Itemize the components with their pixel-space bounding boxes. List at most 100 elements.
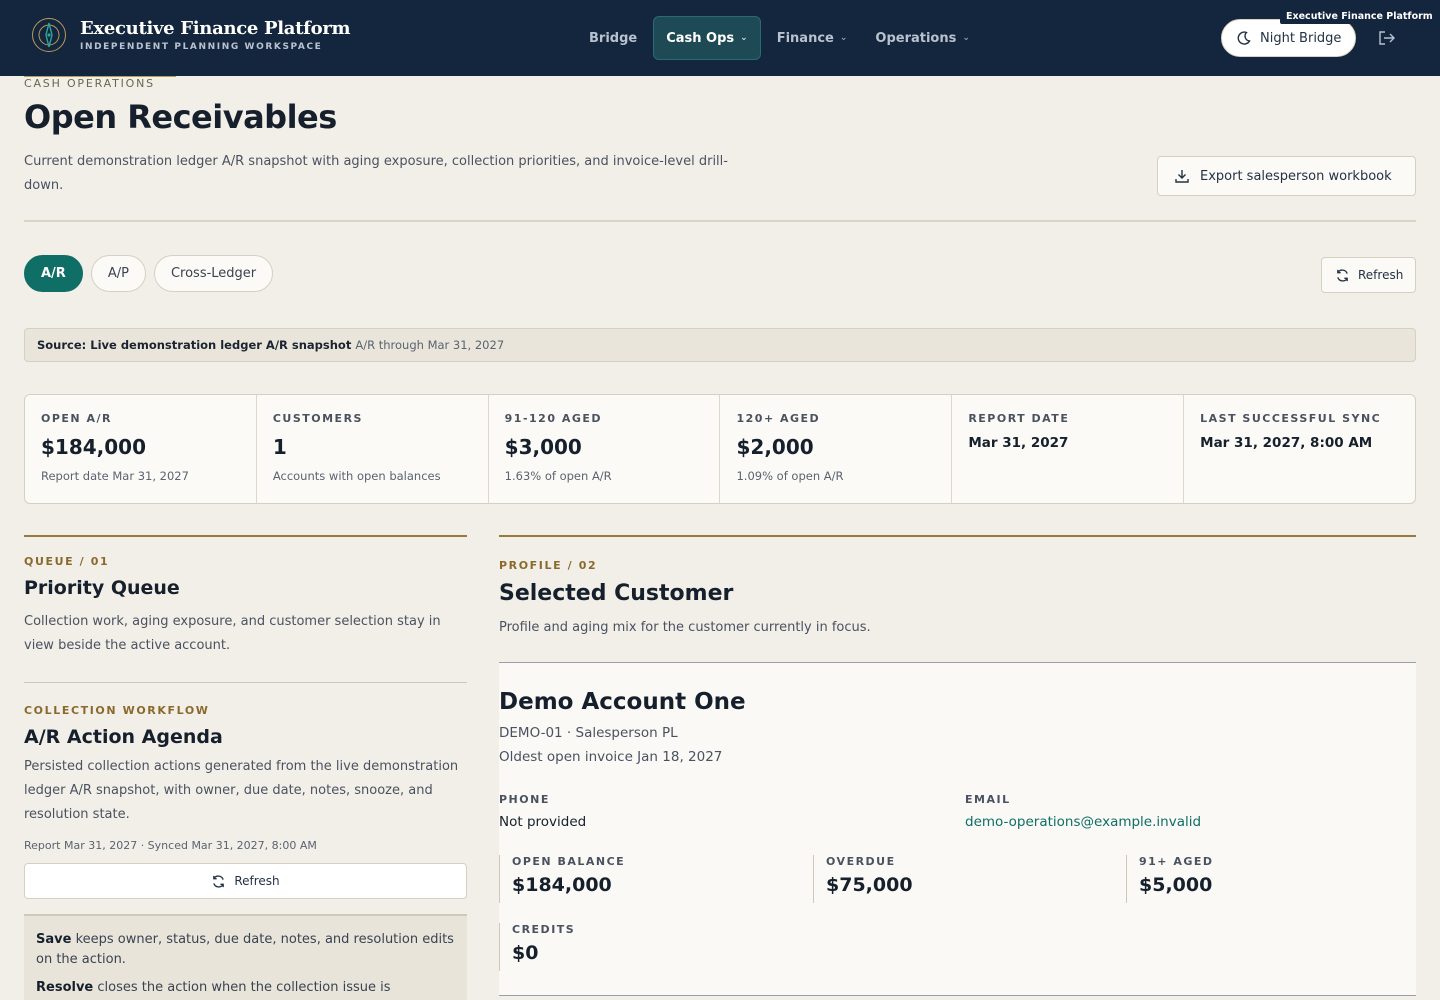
source-detail: A/R through Mar 31, 2027 bbox=[355, 338, 505, 352]
kpi-note: 1.09% of open A/R bbox=[736, 469, 844, 483]
theme-toggle-label: Night Bridge bbox=[1260, 30, 1342, 46]
metric-overdue: OVERDUE $75,000 bbox=[813, 855, 1113, 903]
kpi-value: 1 bbox=[272, 435, 287, 459]
help-text: closes the action when the collection is… bbox=[93, 980, 391, 995]
kpi-open-ar: OPEN A/R $184,000 Report date Mar 31, 20… bbox=[25, 395, 257, 503]
export-workbook-button[interactable]: Export salesperson workbook bbox=[1157, 156, 1416, 196]
kpi-120-plus-aged: 120+ AGED $2,000 1.09% of open A/R bbox=[720, 395, 953, 503]
workflow-meta: Report Mar 31, 2027 · Synced Mar 31, 202… bbox=[24, 839, 317, 852]
moon-icon bbox=[1237, 31, 1251, 45]
metric-value: $75,000 bbox=[826, 874, 913, 896]
nav-operations-label: Operations bbox=[875, 30, 957, 46]
nav-cash-ops-label: Cash Ops bbox=[666, 30, 735, 46]
workflow-refresh-button[interactable]: Refresh bbox=[24, 863, 467, 899]
top-navigation-bar: Executive Finance Platform INDEPENDENT P… bbox=[0, 0, 1440, 76]
tab-ar[interactable]: A/R bbox=[24, 255, 83, 292]
kpi-label: 91-120 AGED bbox=[504, 412, 603, 425]
help-text: keeps owner, status, due date, notes, an… bbox=[36, 932, 454, 967]
kpi-note: Accounts with open balances bbox=[272, 469, 441, 483]
phone-value: Not provided bbox=[499, 814, 587, 830]
email-link[interactable]: demo-operations@example.invalid bbox=[965, 814, 1201, 830]
queue-divider bbox=[24, 682, 467, 683]
nav-finance[interactable]: Finance ⌄ bbox=[765, 16, 860, 60]
queue-accent-line bbox=[24, 535, 467, 537]
theme-toggle-button[interactable]: Night Bridge bbox=[1221, 19, 1356, 57]
workflow-eyebrow: COLLECTION WORKFLOW bbox=[24, 704, 210, 717]
metric-91-plus-aged: 91+ AGED $5,000 bbox=[1126, 855, 1406, 903]
kpi-value: Mar 31, 2027, 8:00 AM bbox=[1200, 435, 1373, 451]
source-bar: Source: Live demonstration ledger A/R sn… bbox=[24, 328, 1416, 362]
page-title: Open Receivables bbox=[24, 98, 337, 136]
metric-label: OVERDUE bbox=[826, 855, 896, 868]
workflow-description: Persisted collection actions generated f… bbox=[24, 759, 459, 822]
kpi-report-date: REPORT DATE Mar 31, 2027 bbox=[952, 395, 1185, 503]
page-eyebrow: CASH OPERATIONS bbox=[24, 77, 155, 90]
kpi-last-sync: LAST SUCCESSFUL SYNC Mar 31, 2027, 8:00 … bbox=[1184, 395, 1415, 503]
kpi-label: OPEN A/R bbox=[41, 412, 112, 425]
kpi-strip: OPEN A/R $184,000 Report date Mar 31, 20… bbox=[24, 394, 1416, 504]
queue-title: Priority Queue bbox=[24, 577, 180, 599]
metric-value: $184,000 bbox=[512, 874, 612, 896]
workflow-title: A/R Action Agenda bbox=[24, 726, 223, 748]
kpi-note: 1.63% of open A/R bbox=[504, 469, 612, 483]
nav-cash-ops[interactable]: Cash Ops ⌄ bbox=[653, 16, 761, 60]
profile-description: Profile and aging mix for the customer c… bbox=[499, 620, 871, 635]
kpi-label: 120+ AGED bbox=[736, 412, 821, 425]
chevron-down-icon: ⌄ bbox=[839, 33, 848, 43]
ledger-tabs: A/R A/P Cross-Ledger bbox=[24, 255, 281, 292]
header-divider bbox=[24, 220, 1416, 222]
export-workbook-label: Export salesperson workbook bbox=[1200, 168, 1392, 184]
workflow-help: Save keeps owner, status, due date, note… bbox=[24, 914, 467, 1000]
customer-code: DEMO-01 · Salesperson PL bbox=[499, 725, 678, 741]
tab-cross-ledger[interactable]: Cross-Ledger bbox=[153, 255, 274, 292]
brand-tooltip: Executive Finance Platform bbox=[1280, 9, 1439, 24]
logout-icon[interactable] bbox=[1378, 30, 1396, 50]
brand[interactable]: Executive Finance Platform INDEPENDENT P… bbox=[32, 18, 351, 52]
profile-accent-line bbox=[499, 535, 1416, 537]
refresh-label: Refresh bbox=[1358, 268, 1404, 282]
customer-oldest-invoice: Oldest open invoice Jan 18, 2027 bbox=[499, 749, 723, 765]
customer-card: Demo Account One DEMO-01 · Salesperson P… bbox=[499, 662, 1416, 996]
refresh-icon bbox=[1337, 268, 1348, 282]
customer-name: Demo Account One bbox=[499, 689, 746, 715]
metric-open-balance: OPEN BALANCE $184,000 bbox=[499, 855, 799, 903]
chevron-down-icon: ⌄ bbox=[962, 33, 970, 43]
kpi-value: $184,000 bbox=[41, 435, 147, 459]
metric-label: CREDITS bbox=[512, 923, 576, 936]
main-nav: Bridge Cash Ops ⌄ Finance ⌄ Operations ⌄ bbox=[577, 16, 986, 60]
nav-bridge-label: Bridge bbox=[589, 30, 638, 46]
metric-credits: CREDITS $0 bbox=[499, 923, 799, 971]
compass-logo-icon bbox=[32, 18, 66, 52]
kpi-91-120-aged: 91-120 AGED $3,000 1.63% of open A/R bbox=[489, 395, 721, 503]
refresh-button[interactable]: Refresh bbox=[1321, 257, 1416, 293]
app-subtitle: INDEPENDENT PLANNING WORKSPACE bbox=[80, 42, 323, 52]
help-save: Save keeps owner, status, due date, note… bbox=[36, 930, 455, 970]
kpi-label: REPORT DATE bbox=[968, 412, 1070, 425]
queue-eyebrow: QUEUE / 01 bbox=[24, 555, 110, 568]
help-term: Save bbox=[36, 932, 72, 947]
phone-label: PHONE bbox=[499, 793, 550, 806]
metric-value: $0 bbox=[512, 942, 539, 964]
metric-label: 91+ AGED bbox=[1139, 855, 1214, 868]
nav-finance-label: Finance bbox=[776, 30, 834, 46]
workflow-refresh-label: Refresh bbox=[234, 874, 280, 888]
kpi-note: Report date Mar 31, 2027 bbox=[41, 469, 189, 483]
profile-title: Selected Customer bbox=[499, 581, 734, 606]
queue-description: Collection work, aging exposure, and cus… bbox=[24, 614, 441, 653]
email-label: EMAIL bbox=[965, 793, 1011, 806]
kpi-value: Mar 31, 2027 bbox=[968, 435, 1069, 451]
refresh-icon bbox=[213, 874, 225, 888]
tab-ap[interactable]: A/P bbox=[90, 255, 146, 292]
kpi-value: $2,000 bbox=[736, 435, 814, 459]
metric-value: $5,000 bbox=[1139, 874, 1213, 896]
nav-bridge[interactable]: Bridge bbox=[577, 16, 649, 60]
app-title: Executive Finance Platform bbox=[80, 18, 351, 39]
nav-operations[interactable]: Operations ⌄ bbox=[863, 16, 982, 60]
help-resolve: Resolve closes the action when the colle… bbox=[36, 978, 455, 998]
profile-eyebrow: PROFILE / 02 bbox=[499, 559, 598, 572]
source-label: Source: Live demonstration ledger A/R sn… bbox=[37, 338, 352, 352]
chevron-down-icon: ⌄ bbox=[740, 33, 748, 43]
kpi-customers: CUSTOMERS 1 Accounts with open balances bbox=[257, 395, 489, 503]
kpi-value: $3,000 bbox=[504, 435, 582, 459]
kpi-label: CUSTOMERS bbox=[272, 412, 363, 425]
